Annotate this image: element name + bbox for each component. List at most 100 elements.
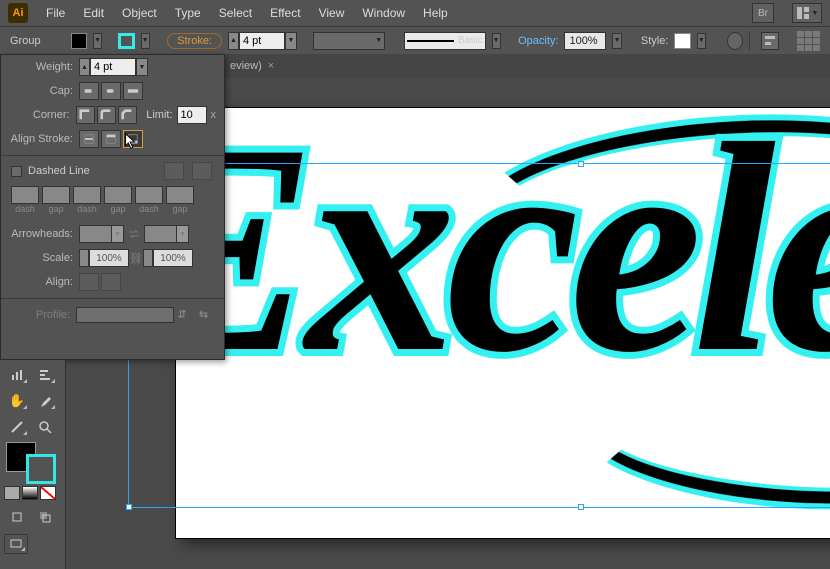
dash-3-input <box>135 186 163 204</box>
style-label: Style: <box>641 35 669 47</box>
document-tab-label[interactable]: eview) <box>230 60 262 72</box>
selection-bounding-box[interactable] <box>128 163 830 508</box>
main-menu-bar: Ai File Edit Object Type Select Effect V… <box>0 0 830 26</box>
weight-spin-up-icon[interactable]: ▲ <box>79 58 90 76</box>
graphic-style-swatch[interactable] <box>674 33 690 49</box>
app-logo: Ai <box>8 3 28 23</box>
column-graph-tool[interactable] <box>4 364 30 386</box>
bar-graph-tool[interactable] <box>32 364 58 386</box>
eyedropper-tool[interactable] <box>32 390 58 412</box>
cap-butt-button[interactable] <box>79 82 99 100</box>
link-scale-icon: ⛓ <box>129 249 143 267</box>
gradient-mode-button[interactable] <box>22 486 38 500</box>
miter-limit-input[interactable] <box>177 106 207 124</box>
corner-round-button[interactable] <box>97 106 116 124</box>
menu-select[interactable]: Select <box>219 6 252 20</box>
limit-x-symbol: x <box>211 109 217 121</box>
gap-2-input <box>104 186 132 204</box>
opacity-input[interactable] <box>564 32 606 50</box>
control-bar: Group ▼ ▼ Stroke: ▲ ▼ ▼ Basic ▼ Opacity:… <box>0 26 830 54</box>
stroke-weight-control[interactable]: ▲ ▼ <box>228 32 297 50</box>
arrow-align-tip-button <box>101 273 121 291</box>
arrowheads-label: Arrowheads: <box>9 228 73 240</box>
dash-1-input <box>11 186 39 204</box>
stroke-swatch[interactable] <box>118 33 135 49</box>
arrow-align-label: Align: <box>9 276 73 288</box>
stroke-weight-input[interactable] <box>239 32 285 50</box>
selection-handle[interactable] <box>126 504 132 510</box>
stroke-dropdown[interactable]: ▼ <box>141 33 150 49</box>
gap-1-label: gap <box>42 204 70 214</box>
fill-swatch[interactable] <box>71 33 87 49</box>
slice-tool[interactable] <box>4 416 30 438</box>
arrange-docs-icon <box>796 6 810 20</box>
weight-input[interactable] <box>90 58 136 76</box>
draw-normal-button[interactable] <box>4 506 30 528</box>
flip-along-icon: ⇵ <box>178 308 195 322</box>
color-mode-button[interactable] <box>4 486 20 500</box>
stroke-panel: Weight: ▲ ▼ Cap: Corner: Limit: x Align … <box>0 54 225 360</box>
document-tab-close[interactable]: × <box>268 60 274 72</box>
menu-edit[interactable]: Edit <box>83 6 104 20</box>
dashed-line-checkbox[interactable] <box>11 166 22 177</box>
width-profile-dropdown[interactable] <box>76 307 174 323</box>
gap-1-input <box>42 186 70 204</box>
selection-handle[interactable] <box>578 161 584 167</box>
screen-mode-button[interactable] <box>4 534 28 554</box>
bridge-button[interactable]: Br <box>752 3 774 23</box>
menu-effect[interactable]: Effect <box>270 6 300 20</box>
align-stroke-outside-button[interactable] <box>123 130 143 148</box>
artboard: Excele <box>176 108 830 538</box>
cap-label: Cap: <box>9 85 73 97</box>
profile-label: Profile: <box>9 309 70 321</box>
arrow-end-dropdown: ▼ <box>144 225 189 243</box>
swap-arrows-icon <box>127 227 141 241</box>
opacity-dropdown[interactable]: ▼ <box>612 33 621 49</box>
opacity-panel-link[interactable]: Opacity: <box>518 35 558 47</box>
cap-projecting-button[interactable] <box>123 82 143 100</box>
weight-dropdown-icon[interactable]: ▼ <box>136 58 148 76</box>
stroke-color-box[interactable] <box>26 454 56 484</box>
corner-label: Corner: <box>9 109 70 121</box>
gap-3-label: gap <box>166 204 194 214</box>
align-stroke-inside-button[interactable] <box>101 130 121 148</box>
menu-window[interactable]: Window <box>362 6 405 20</box>
stroke-panel-link[interactable]: Stroke: <box>167 33 222 49</box>
weight-stepper[interactable]: ▲ ▼ <box>79 58 148 76</box>
menu-type[interactable]: Type <box>175 6 201 20</box>
menu-object[interactable]: Object <box>122 6 157 20</box>
align-panel-button[interactable] <box>797 31 820 51</box>
recolor-artwork-button[interactable] <box>727 32 743 50</box>
corner-miter-button[interactable] <box>76 106 95 124</box>
hand-tool[interactable]: ✋ <box>4 390 30 412</box>
none-mode-button[interactable] <box>40 486 56 500</box>
arrange-documents-button[interactable]: ▼ <box>792 3 822 23</box>
corner-bevel-button[interactable] <box>118 106 137 124</box>
dash-preserve-button <box>164 162 184 180</box>
menu-help[interactable]: Help <box>423 6 448 20</box>
gap-2-label: gap <box>104 204 132 214</box>
menu-view[interactable]: View <box>319 6 345 20</box>
zoom-tool[interactable] <box>32 416 58 438</box>
gap-3-input <box>166 186 194 204</box>
brush-dropdown-arrow[interactable]: ▼ <box>492 33 501 49</box>
arrow-start-dropdown: ▼ <box>79 225 124 243</box>
selection-handle[interactable] <box>578 504 584 510</box>
menu-file[interactable]: File <box>46 6 65 20</box>
dash-3-label: dash <box>135 204 163 214</box>
vw-profile-dropdown[interactable]: ▼ <box>313 32 385 50</box>
fill-stroke-control[interactable] <box>6 442 56 484</box>
draw-behind-button[interactable] <box>32 506 58 528</box>
dash-1-label: dash <box>11 204 39 214</box>
brush-definition-dropdown[interactable]: Basic <box>404 32 486 50</box>
align-button-1[interactable] <box>761 32 779 50</box>
align-stroke-center-button[interactable] <box>79 130 99 148</box>
style-dropdown[interactable]: ▼ <box>697 33 706 49</box>
dash-gap-fields: dash gap dash gap dash gap <box>1 186 224 214</box>
fill-dropdown[interactable]: ▼ <box>93 33 102 49</box>
weight-label: Weight: <box>9 61 73 73</box>
flip-across-icon: ⇆ <box>199 308 216 322</box>
arrow-scale-end <box>143 249 193 267</box>
arrow-align-extend-button <box>79 273 99 291</box>
cap-round-button[interactable] <box>101 82 121 100</box>
